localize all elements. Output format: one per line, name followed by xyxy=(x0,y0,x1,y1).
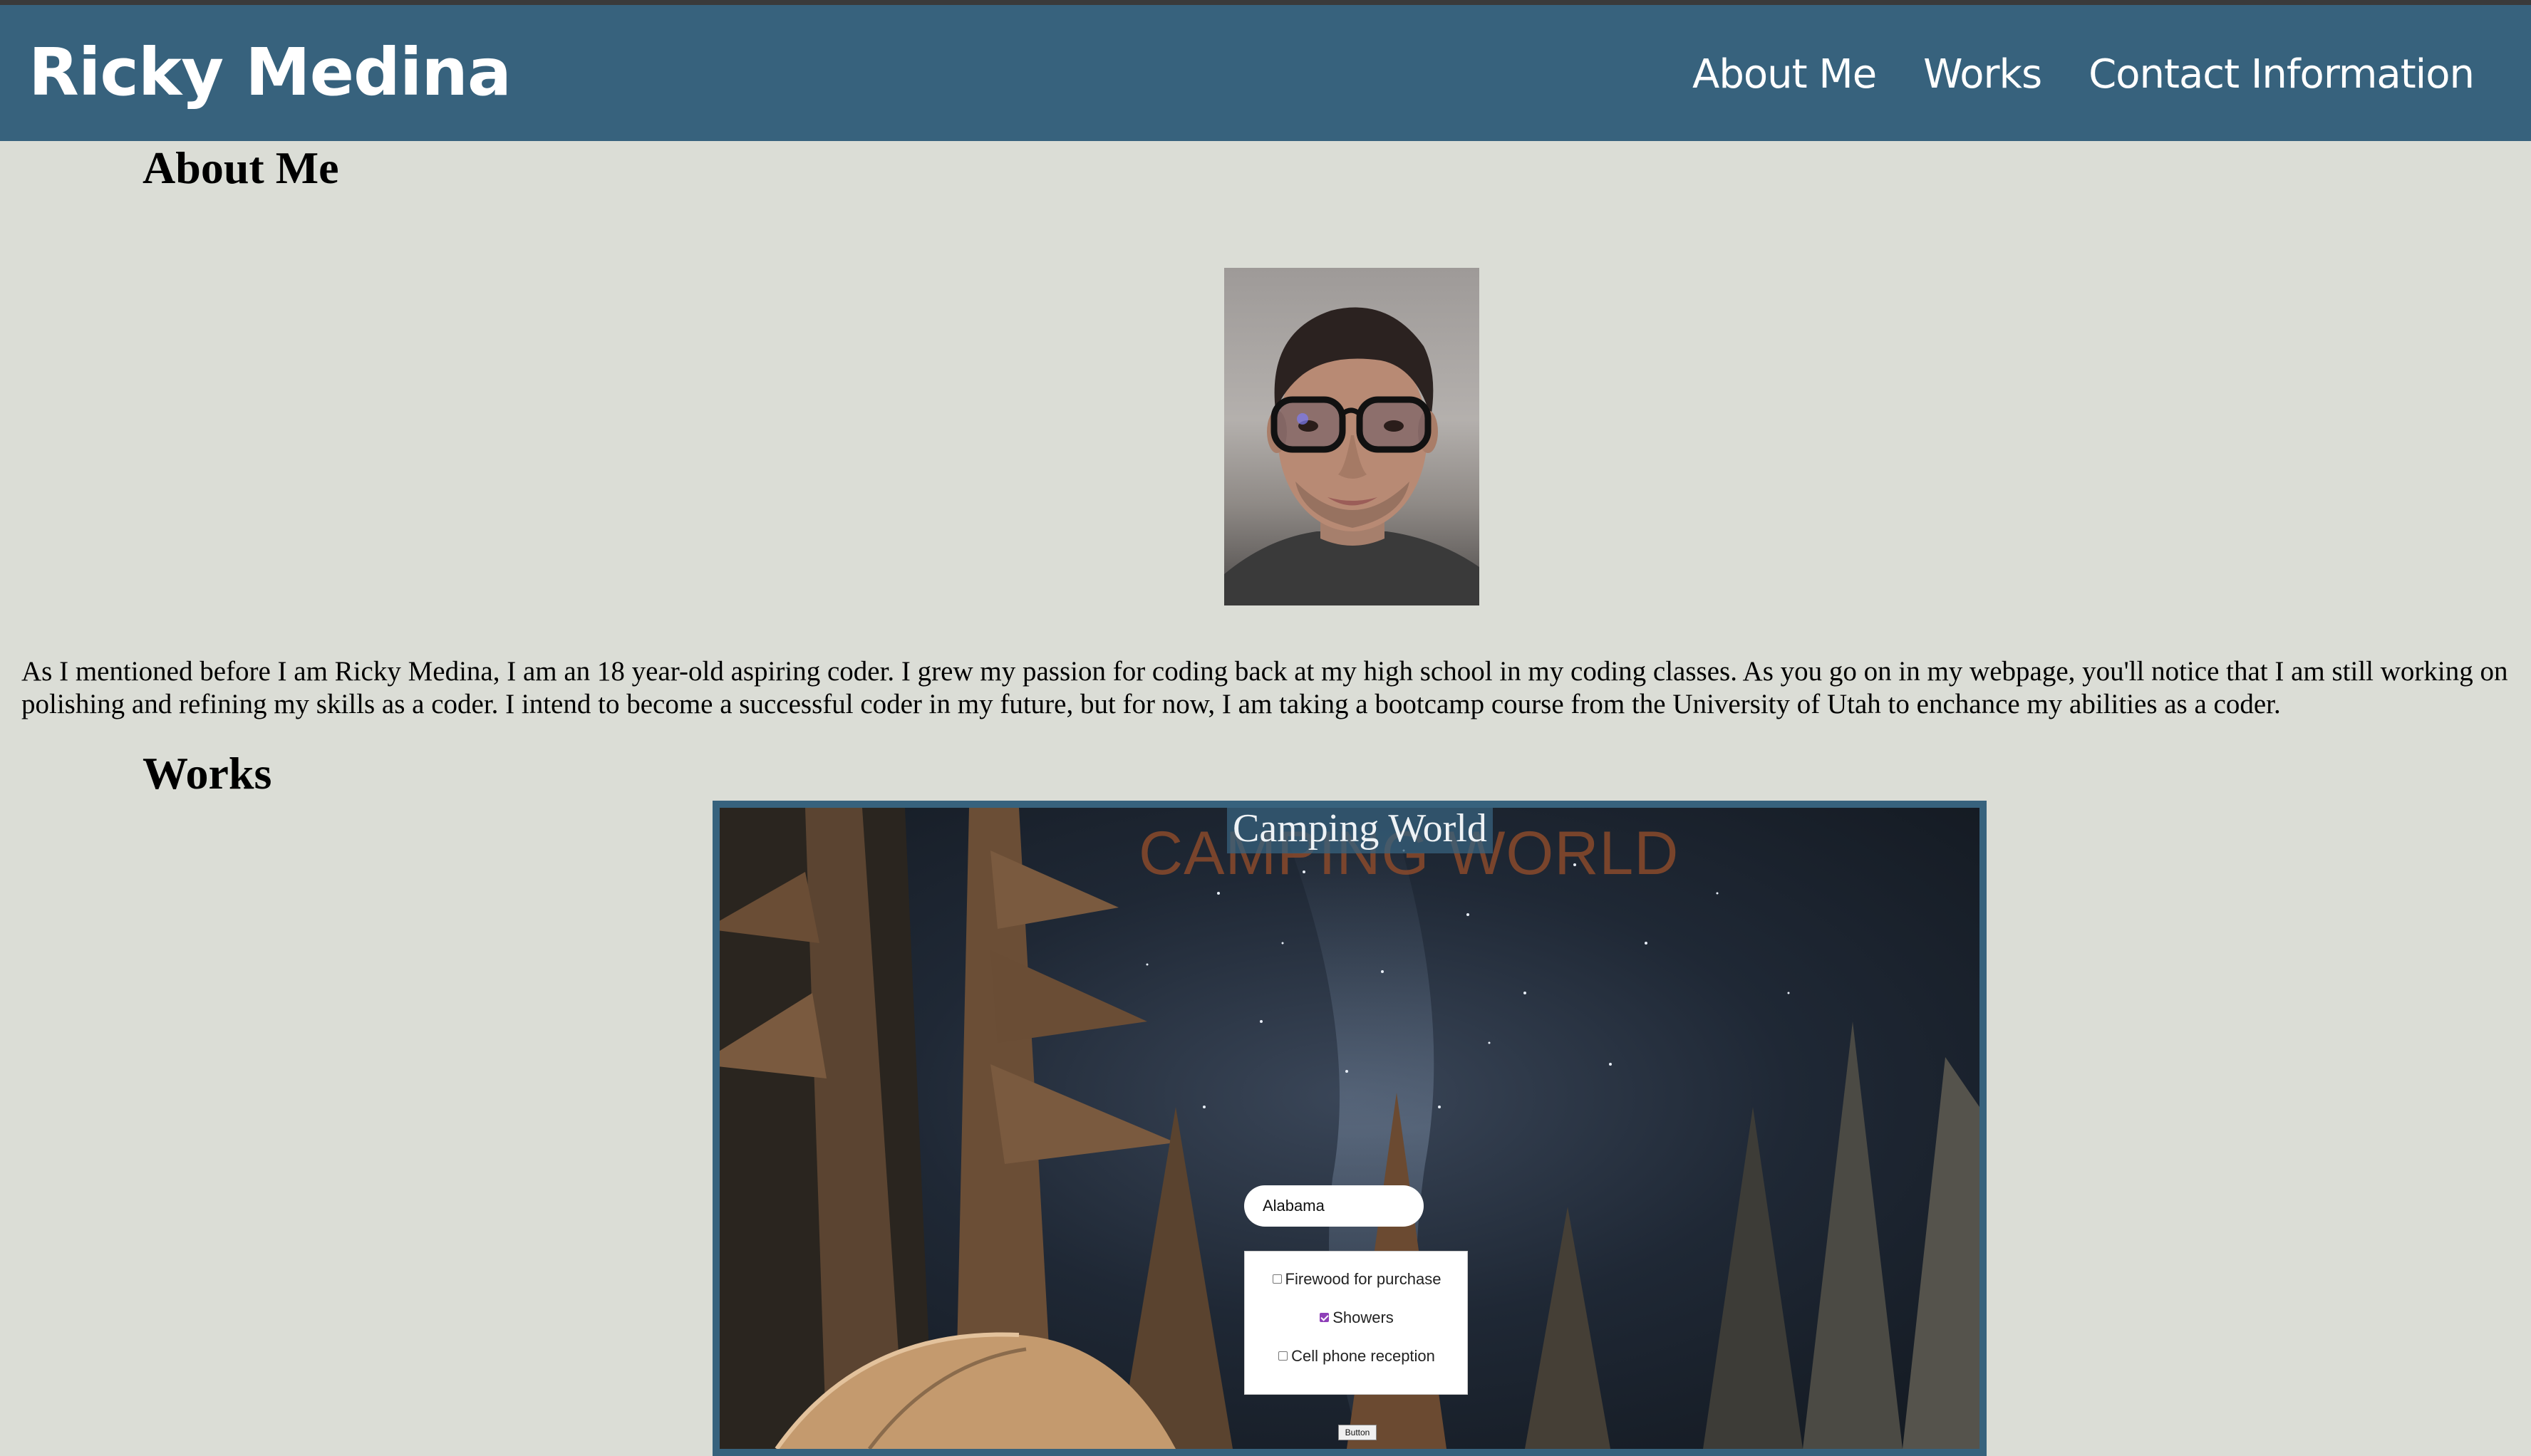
project-submit-button[interactable]: Button xyxy=(1338,1425,1377,1440)
nav-link-about-me[interactable]: About Me xyxy=(1692,46,1877,103)
state-select[interactable]: Alabama xyxy=(1244,1185,1424,1227)
site-brand[interactable]: Ricky Medina xyxy=(29,33,512,112)
firewood-checkbox[interactable] xyxy=(1272,1274,1282,1284)
profile-photo xyxy=(1224,268,1479,605)
amenity-label-cell-phone: Cell phone reception xyxy=(1291,1347,1435,1365)
amenity-showers[interactable]: Showers xyxy=(1245,1307,1469,1328)
main-nav: About Me Works Contact Information xyxy=(1692,46,2475,103)
amenities-panel: Firewood for purchase Showers Cell phone… xyxy=(1244,1251,1468,1395)
amenity-label-showers: Showers xyxy=(1332,1309,1394,1326)
amenity-cell-phone[interactable]: Cell phone reception xyxy=(1245,1346,1469,1367)
about-me-paragraph: As I mentioned before I am Ricky Medina,… xyxy=(21,656,2508,719)
about-me-heading: About Me xyxy=(143,142,339,193)
works-heading: Works xyxy=(143,748,272,799)
nav-link-works[interactable]: Works xyxy=(1923,46,2042,103)
amenity-label-firewood: Firewood for purchase xyxy=(1285,1270,1442,1288)
window-top-border xyxy=(0,0,2531,5)
cell-phone-checkbox[interactable] xyxy=(1278,1351,1288,1361)
site-header: Ricky Medina About Me Works Contact Info… xyxy=(0,5,2531,141)
project-label[interactable]: Camping World xyxy=(1227,808,1493,853)
nav-link-contact-information[interactable]: Contact Information xyxy=(2089,46,2475,103)
showers-checkbox[interactable] xyxy=(1320,1312,1330,1322)
project-card-camping-world[interactable]: CAMPING WORLD Camping World Alabama Fire… xyxy=(713,801,1987,1456)
profile-photo-illustration xyxy=(1224,307,1479,605)
amenity-firewood[interactable]: Firewood for purchase xyxy=(1245,1269,1469,1290)
